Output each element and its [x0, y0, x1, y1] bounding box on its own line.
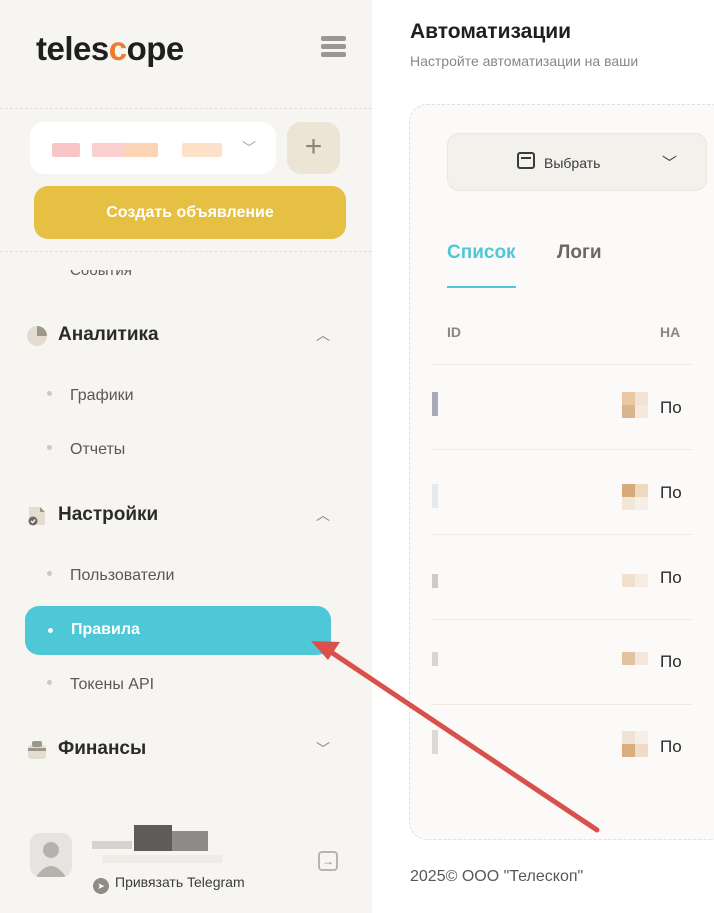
row-thumbnail — [622, 392, 648, 418]
table-row[interactable]: По — [660, 737, 682, 757]
automations-card — [409, 104, 714, 840]
telegram-icon: ➤ — [93, 878, 109, 894]
chevron-up-icon: ︿ — [316, 507, 330, 523]
project-select[interactable]: ﹀ — [30, 122, 276, 174]
sidebar-item-rules[interactable]: Правила — [25, 606, 331, 655]
row-divider — [432, 449, 692, 450]
sidebar-section-analytics[interactable]: Аналитика ︿ — [26, 320, 336, 350]
menu-icon[interactable] — [321, 36, 346, 60]
column-header-id: ID — [447, 324, 461, 340]
table-row[interactable]: По — [660, 568, 682, 588]
row-thumbnail — [622, 648, 648, 674]
sidebar-item-events[interactable]: События — [70, 270, 132, 279]
add-project-button[interactable]: + — [287, 122, 340, 174]
footer-copyright: 2025© ООО "Телескоп" — [410, 868, 584, 885]
row-id-redacted — [432, 484, 438, 508]
sidebar-section-settings[interactable]: Настройки ︿ — [26, 500, 336, 530]
chevron-up-icon: ︿ — [316, 327, 330, 343]
sidebar: telescope ﹀ + Создать объявление События… — [0, 0, 372, 913]
tab-logs[interactable]: Логи — [557, 242, 602, 264]
chevron-down-icon: ﹀ — [662, 155, 678, 172]
chevron-down-icon: ﹀ — [316, 741, 330, 757]
row-id-redacted — [432, 574, 438, 588]
divider — [0, 251, 372, 252]
logout-icon[interactable]: → — [318, 851, 338, 871]
sidebar-item-charts[interactable]: Графики — [47, 387, 134, 405]
divider — [0, 108, 372, 109]
sidebar-item-users[interactable]: Пользователи — [47, 567, 174, 585]
chevron-down-icon: ﹀ — [242, 140, 256, 156]
table-row[interactable]: По — [660, 652, 682, 672]
row-id-redacted — [432, 392, 438, 416]
row-thumbnail — [622, 569, 648, 595]
avatar — [30, 833, 72, 877]
column-header-name: НА — [660, 324, 681, 340]
row-divider — [432, 534, 692, 535]
period-select[interactable]: Выбрать ﹀ — [447, 133, 707, 191]
active-tab-indicator — [447, 286, 516, 288]
table-row[interactable]: По — [660, 398, 682, 418]
user-name-redacted — [92, 825, 222, 867]
row-id-redacted — [432, 730, 438, 754]
wallet-icon — [28, 741, 46, 759]
user-profile[interactable]: ➤ Привязать Telegram → — [30, 825, 340, 894]
row-thumbnail — [622, 484, 648, 510]
row-divider — [432, 619, 692, 620]
sidebar-item-api-tokens[interactable]: Токены API — [47, 676, 154, 694]
settings-doc-icon — [28, 507, 45, 526]
row-divider — [432, 364, 692, 365]
logo[interactable]: telescope — [36, 30, 184, 68]
sidebar-item-reports[interactable]: Отчеты — [47, 441, 125, 459]
page-title: Автоматизации — [410, 20, 572, 43]
page-subtitle: Настройте автоматизации на ваши — [410, 53, 639, 69]
row-id-redacted — [432, 652, 438, 666]
calendar-icon — [517, 152, 535, 169]
pie-chart-icon — [27, 326, 47, 346]
telegram-link[interactable]: ➤ Привязать Telegram — [93, 874, 245, 894]
row-divider — [432, 704, 692, 705]
tab-list[interactable]: Список — [447, 242, 516, 264]
create-ad-button[interactable]: Создать объявление — [34, 186, 346, 239]
table-row[interactable]: По — [660, 483, 682, 503]
sidebar-section-finance[interactable]: Финансы ﹀ — [26, 734, 336, 764]
row-thumbnail — [622, 731, 648, 757]
